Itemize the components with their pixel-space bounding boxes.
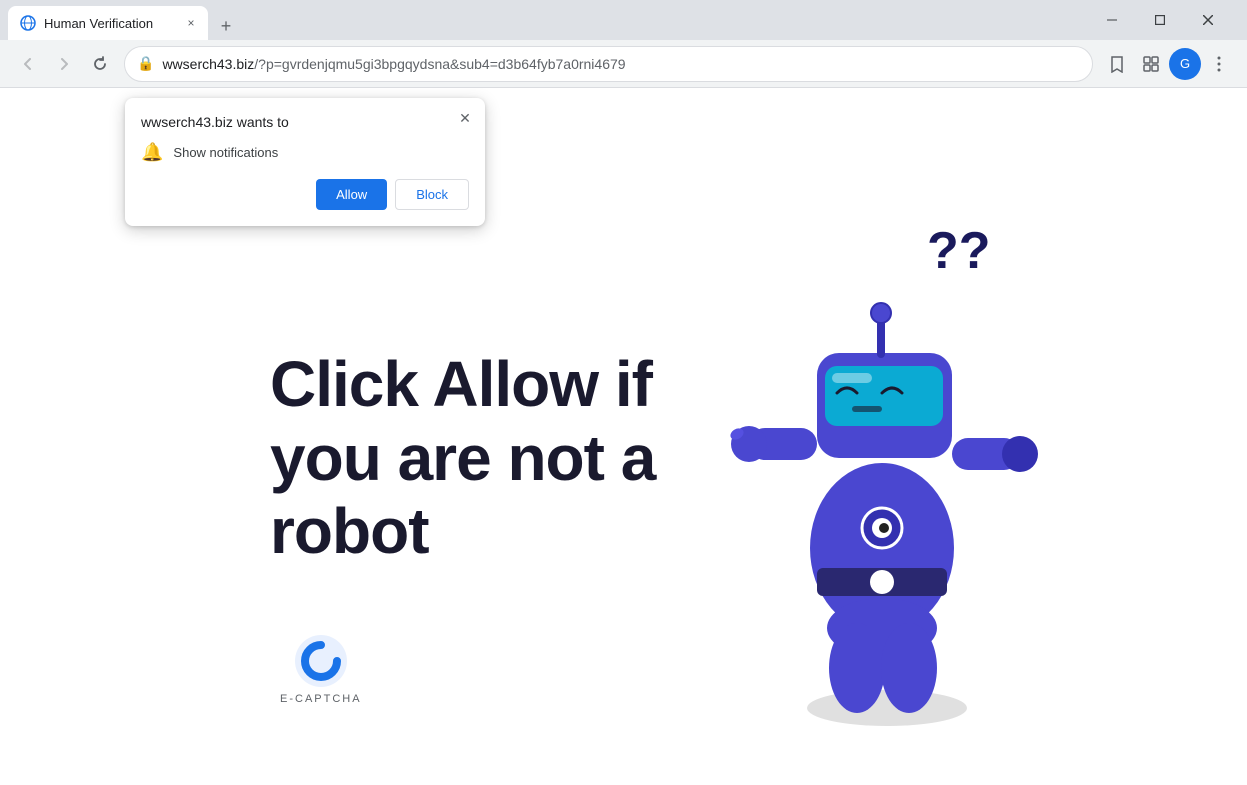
allow-button[interactable]: Allow (316, 179, 387, 210)
profile-button[interactable]: G (1169, 48, 1201, 80)
lock-icon: 🔒 (137, 55, 154, 72)
heading-line2: you are not a (270, 422, 655, 496)
forward-button[interactable] (48, 48, 80, 80)
popup-close-button[interactable]: ✕ (453, 106, 477, 130)
captcha-label: E-CAPTCHA (280, 693, 362, 705)
popup-buttons: Allow Block (141, 179, 469, 210)
minimize-button[interactable] (1089, 0, 1135, 40)
toolbar: 🔒 wwserch43.biz/?p=gvrdenjqmu5gi3bpgqyds… (0, 40, 1247, 88)
block-button[interactable]: Block (395, 179, 469, 210)
tab-strip: Human Verification × + (8, 0, 1089, 40)
menu-button[interactable] (1203, 48, 1235, 80)
page-content: ✕ wwserch43.biz wants to 🔔 Show notifica… (0, 88, 1247, 785)
main-heading: Click Allow if you are not a robot (270, 348, 655, 569)
address-path: /?p=gvrdenjqmu5gi3bpgqydsna&sub4=d3b64fy… (254, 56, 625, 72)
address-bar[interactable]: 🔒 wwserch43.biz/?p=gvrdenjqmu5gi3bpgqyds… (124, 46, 1093, 82)
heading-line1: Click Allow if (270, 348, 655, 422)
active-tab[interactable]: Human Verification × (8, 6, 208, 40)
window-controls (1089, 0, 1231, 40)
captcha-icon (293, 633, 349, 689)
captcha-logo: E-CAPTCHA (280, 633, 362, 705)
permission-text: Show notifications (173, 145, 278, 160)
robot-illustration: ?? (727, 208, 1047, 733)
address-text: wwserch43.biz/?p=gvrdenjqmu5gi3bpgqydsna… (162, 56, 1080, 72)
bell-icon: 🔔 (141, 142, 163, 163)
tab-favicon (20, 15, 36, 31)
toolbar-actions: G (1101, 48, 1235, 80)
address-domain: wwserch43.biz (162, 56, 254, 72)
notification-popup: ✕ wwserch43.biz wants to 🔔 Show notifica… (125, 98, 485, 226)
browser-frame: Human Verification × + (0, 0, 1247, 785)
close-button[interactable] (1185, 0, 1231, 40)
new-tab-button[interactable]: + (212, 12, 240, 40)
avatar: G (1169, 48, 1201, 80)
extension-button[interactable] (1135, 48, 1167, 80)
title-bar: Human Verification × + (0, 0, 1247, 40)
tab-title: Human Verification (44, 16, 174, 31)
tab-close-button[interactable]: × (182, 14, 200, 32)
back-button[interactable] (12, 48, 44, 80)
popup-permission: 🔔 Show notifications (141, 142, 469, 163)
svg-text:??: ?? (927, 222, 991, 280)
main-text-container: Click Allow if you are not a robot (270, 348, 655, 569)
heading-line3: robot (270, 495, 655, 569)
maximize-button[interactable] (1137, 0, 1183, 40)
reload-button[interactable] (84, 48, 116, 80)
popup-title: wwserch43.biz wants to (141, 114, 469, 130)
bookmark-button[interactable] (1101, 48, 1133, 80)
